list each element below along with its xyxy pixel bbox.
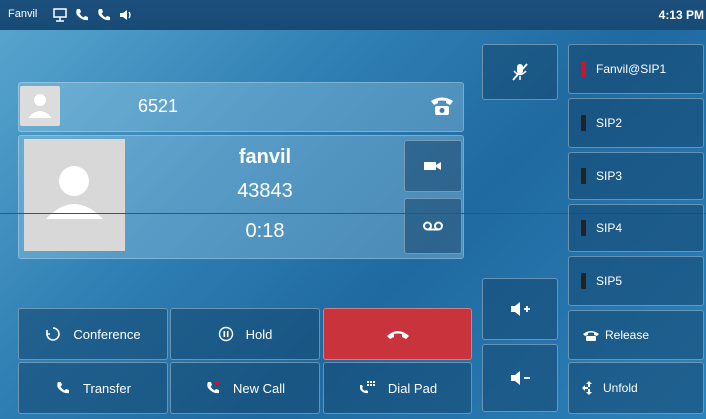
microphone-mute-icon	[512, 63, 528, 81]
line-status-indicator	[581, 168, 586, 184]
transfer-icon	[55, 380, 71, 396]
avatar-large	[24, 139, 125, 251]
handset-icon	[76, 9, 88, 21]
line-key-5[interactable]: SIP5	[568, 256, 704, 306]
mute-button[interactable]	[482, 44, 558, 100]
video-camera-icon	[424, 162, 441, 170]
line-label: SIP2	[596, 116, 623, 130]
telephone-icon	[431, 97, 453, 115]
caller-number: 43843	[237, 180, 293, 202]
voicemail-tape-icon	[423, 221, 443, 231]
line-key-3[interactable]: SIP3	[568, 152, 704, 200]
clock: 4:13 PM	[658, 8, 704, 22]
conference-label: Conference	[73, 326, 141, 342]
line-label: SIP3	[596, 169, 623, 183]
contact-icon	[46, 166, 103, 219]
transfer-label: Transfer	[83, 380, 131, 396]
new-call-icon	[205, 380, 221, 396]
hold-button[interactable]: Hold	[170, 308, 320, 360]
video-button[interactable]	[404, 140, 462, 192]
line-status-indicator	[581, 61, 586, 77]
dial-pad-button[interactable]: Dial Pad	[323, 362, 472, 414]
dial-pad-label: Dial Pad	[387, 380, 438, 396]
record-button[interactable]	[404, 198, 462, 254]
caller-name: fanvil	[238, 146, 292, 168]
desktop-phone-icon	[53, 8, 67, 22]
line-key-1[interactable]: Fanvil@SIP1	[568, 44, 704, 94]
end-call-button[interactable]	[323, 308, 472, 360]
line-label: SIP4	[596, 221, 623, 235]
call-duration: 0:18	[245, 220, 285, 242]
transfer-button[interactable]: Transfer	[18, 362, 168, 414]
held-call-number: 6521	[138, 96, 179, 116]
speaker-volume-icon	[120, 10, 131, 20]
release-button[interactable]: Release	[568, 310, 704, 360]
line-label: Fanvil@SIP1	[596, 62, 667, 76]
handset-icon	[98, 9, 110, 21]
release-label: Release	[605, 328, 650, 342]
held-call-row[interactable]	[18, 82, 464, 132]
hold-label: Hold	[245, 326, 273, 342]
brand-label: Fanvil	[8, 8, 38, 20]
contact-icon	[28, 94, 52, 118]
line-status-indicator	[581, 273, 586, 289]
new-call-label: New Call	[232, 380, 285, 396]
line-key-4[interactable]: SIP4	[568, 204, 704, 252]
dial-pad-icon	[358, 380, 376, 396]
new-call-button[interactable]: New Call	[170, 362, 320, 414]
pause-icon	[218, 326, 234, 342]
volume-down-button[interactable]	[482, 344, 558, 412]
unfold-arrows-icon	[582, 381, 592, 395]
unfold-label: Unfold	[603, 381, 638, 395]
line-label: SIP5	[596, 274, 623, 288]
unfold-button[interactable]: Unfold	[568, 362, 704, 414]
telephone-icon	[583, 331, 599, 341]
line-status-indicator	[581, 115, 586, 131]
volume-down-icon	[511, 371, 530, 385]
hang-up-icon	[386, 331, 409, 339]
line-key-2[interactable]: SIP2	[568, 98, 704, 148]
volume-up-icon	[511, 302, 530, 316]
conference-icon	[45, 326, 61, 342]
line-status-indicator	[581, 220, 586, 236]
conference-button[interactable]: Conference	[18, 308, 168, 360]
volume-up-button[interactable]	[482, 278, 558, 340]
avatar-small	[20, 86, 60, 126]
